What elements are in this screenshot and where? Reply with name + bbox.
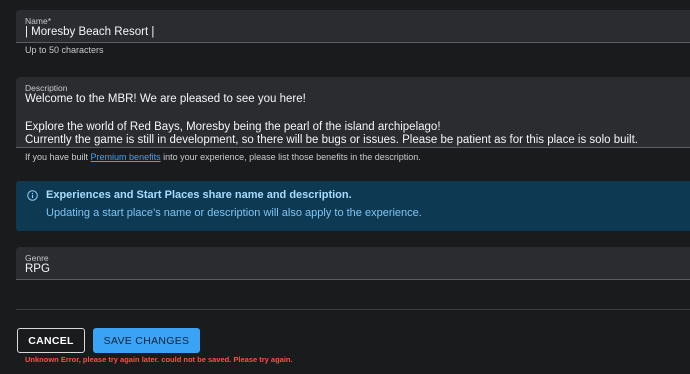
cancel-button[interactable]: CANCEL — [17, 328, 85, 353]
error-message: Unknown Error, please try again later. c… — [25, 355, 293, 364]
name-field[interactable]: Name* | Moresby Beach Resort | — [16, 10, 690, 43]
description-line — [25, 107, 638, 121]
genre-field[interactable]: Genre RPG — [16, 247, 690, 280]
description-line: Currently the game is still in developme… — [25, 134, 639, 147]
info-title: Experiences and Start Places share name … — [46, 189, 352, 201]
genre-value[interactable]: RPG — [25, 263, 50, 275]
name-input-value[interactable]: | Moresby Beach Resort | — [25, 26, 154, 38]
info-icon — [27, 190, 38, 201]
premium-benefits-link[interactable]: Premium benefits — [91, 152, 161, 162]
name-label: Name* — [25, 16, 51, 26]
info-body: Updating a start place’s name or descrip… — [46, 207, 422, 219]
description-field[interactable]: Description Welcome to the MBR! We are p… — [16, 77, 690, 148]
save-changes-button[interactable]: SAVE CHANGES — [93, 328, 200, 353]
required-marker: * — [47, 16, 51, 26]
description-line: Explore the world of Red Bays, Moresby b… — [25, 120, 441, 133]
description-label: Description — [25, 83, 68, 93]
genre-label: Genre — [25, 253, 49, 263]
divider — [16, 309, 690, 310]
name-helper-text: Up to 50 characters — [25, 45, 104, 55]
info-banner: Experiences and Start Places share name … — [16, 181, 690, 231]
description-helper-text: If you have built Premium benefits into … — [25, 152, 421, 162]
description-line: Welcome to the MBR! We are pleased to se… — [25, 93, 306, 105]
description-textarea-value[interactable]: Welcome to the MBR! We are pleased to se… — [25, 93, 638, 148]
